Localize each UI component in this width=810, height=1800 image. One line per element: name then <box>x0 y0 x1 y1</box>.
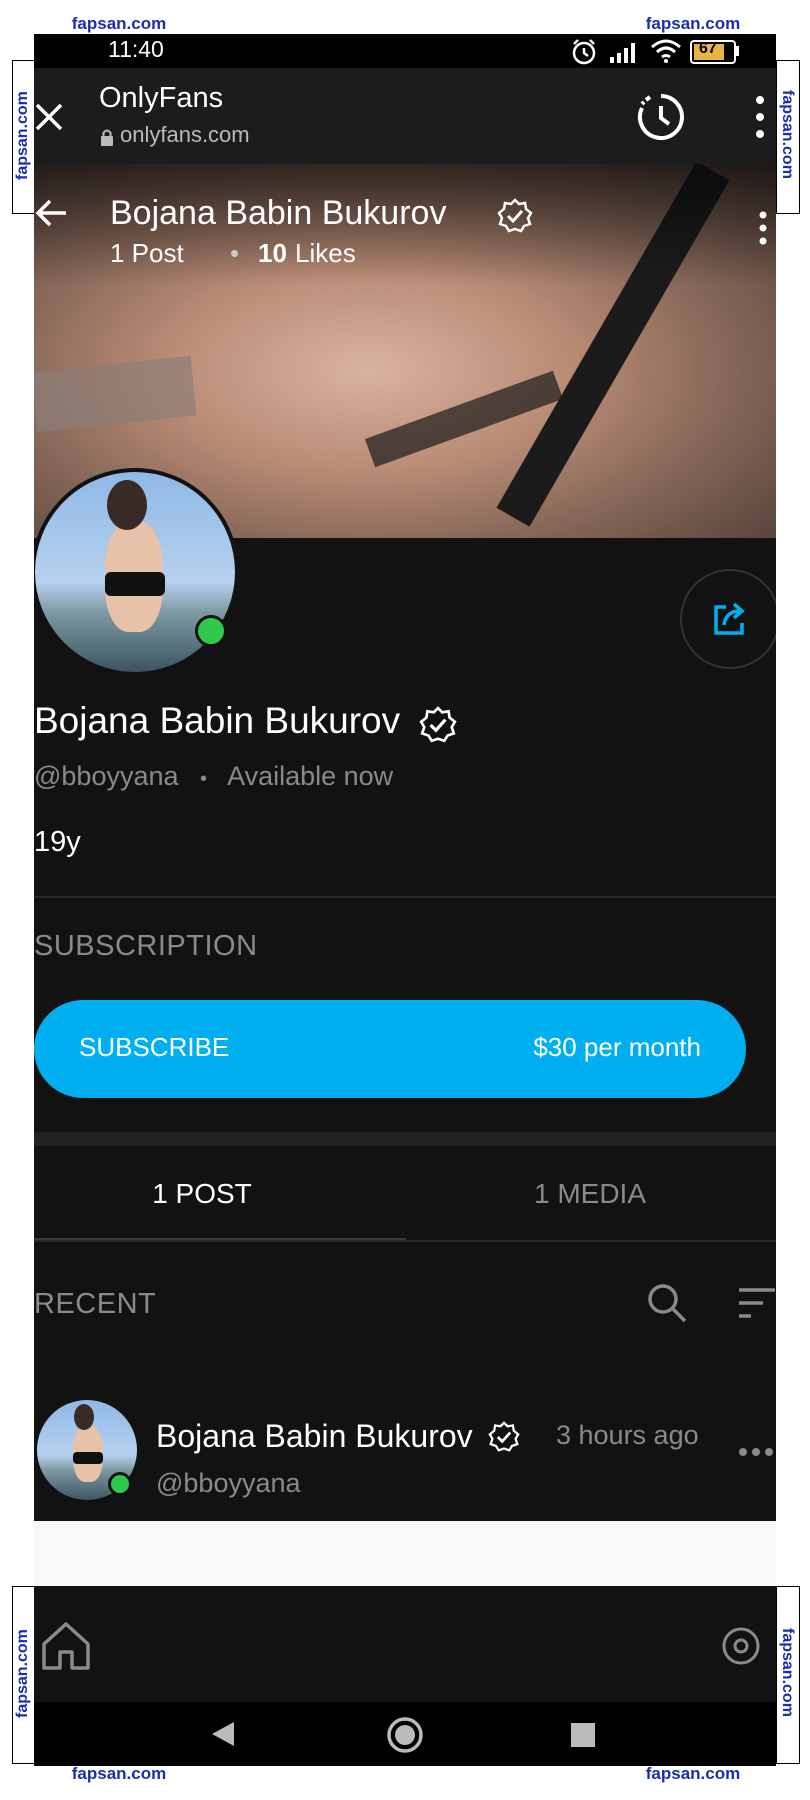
home-icon[interactable] <box>40 1620 92 1672</box>
post-online-indicator <box>108 1472 132 1496</box>
battery-level: 67 <box>699 40 717 57</box>
profile-menu-icon[interactable] <box>758 210 768 246</box>
watermark-vertical-right-bottom: fapsan.com <box>779 1628 796 1717</box>
wifi-icon <box>651 39 681 63</box>
post-content-area <box>34 1521 776 1586</box>
alarm-icon <box>572 39 596 65</box>
watermark-vertical-right-top: fapsan.com <box>779 90 796 179</box>
tab-posts-label: 1 POST <box>152 1178 252 1209</box>
online-indicator <box>195 615 227 647</box>
phone-screen: 11:40 67 OnlyFans onlyfans.com Bojana Ba… <box>34 34 776 1766</box>
nav-home-icon[interactable] <box>386 1716 424 1754</box>
subscribe-price: $30 per month <box>533 1032 701 1062</box>
nav-recents-icon[interactable] <box>570 1722 596 1748</box>
handle-dot-separator: • <box>200 768 208 790</box>
watermark-vertical-left-top: fapsan.com <box>14 91 31 180</box>
battery-tip <box>735 46 739 56</box>
browser-bar: OnlyFans onlyfans.com <box>34 68 776 164</box>
watermark-top-left: fapsan.com <box>24 14 214 36</box>
profile-availability: Available now <box>227 761 394 791</box>
post-author-name[interactable]: Bojana Babin Bukurov <box>156 1418 473 1455</box>
avatar-figure <box>74 1404 94 1430</box>
battery-icon: 67 <box>690 40 736 64</box>
header-dot-separator: • <box>230 238 240 268</box>
recent-label: RECENT <box>34 1288 157 1320</box>
watermark-bottom-left: fapsan.com <box>24 1764 214 1786</box>
verified-badge-icon <box>419 706 457 743</box>
subscribe-button-label: SUBSCRIBE <box>79 1032 230 1062</box>
status-bar: 11:40 67 <box>34 34 776 68</box>
header-likes-count: 10 <box>258 238 287 268</box>
header-likes-label: Likes <box>295 238 356 268</box>
divider <box>34 896 776 898</box>
post-author-handle[interactable]: @bboyyana <box>156 1468 301 1499</box>
avatar-figure <box>73 1452 103 1464</box>
sort-icon[interactable] <box>737 1286 776 1320</box>
watermark-bottom-right: fapsan.com <box>598 1764 788 1786</box>
back-arrow-icon[interactable] <box>34 198 68 228</box>
verified-badge-icon <box>497 198 533 233</box>
subscribe-button[interactable]: SUBSCRIBE $30 per month <box>34 1000 746 1098</box>
browser-menu-icon[interactable] <box>754 92 766 142</box>
browser-title: OnlyFans <box>99 82 224 114</box>
watermark-top-right: fapsan.com <box>598 14 788 36</box>
browser-url[interactable]: onlyfans.com <box>120 122 250 148</box>
profile-bio: 19y <box>34 826 81 858</box>
divider <box>34 1240 776 1242</box>
verified-badge-icon <box>488 1421 520 1452</box>
lock-icon <box>101 129 113 146</box>
profile-name: Bojana Babin Bukurov <box>34 700 401 741</box>
post-time: 3 hours ago <box>556 1420 699 1450</box>
tab-posts[interactable]: 1 POST <box>34 1146 404 1240</box>
section-separator <box>34 1132 776 1146</box>
cover-shape <box>34 355 197 433</box>
nav-back-icon[interactable] <box>210 1720 236 1748</box>
search-icon[interactable] <box>646 1282 688 1324</box>
share-button[interactable] <box>680 569 776 669</box>
post-menu-icon[interactable] <box>738 1446 774 1458</box>
profile-icon[interactable] <box>721 1626 761 1666</box>
header-posts: 1 Post <box>110 238 184 268</box>
close-icon[interactable] <box>34 102 64 132</box>
subscription-label: SUBSCRIPTION <box>34 930 258 962</box>
signal-icon <box>610 43 635 63</box>
watermark-vertical-left-bottom: fapsan.com <box>14 1629 31 1718</box>
tab-media[interactable]: 1 MEDIA <box>404 1146 776 1240</box>
system-nav-bar <box>34 1702 776 1766</box>
status-time: 11:40 <box>108 36 164 62</box>
share-icon <box>714 602 745 635</box>
tab-media-label: 1 MEDIA <box>533 1178 647 1209</box>
history-icon[interactable] <box>636 92 686 142</box>
avatar-figure <box>107 480 147 530</box>
bottom-nav <box>34 1586 776 1702</box>
header-name: Bojana Babin Bukurov <box>110 194 447 232</box>
profile-handle: @bboyyana <box>34 761 179 791</box>
profile-handle-line: @bboyyana • Available now <box>34 761 393 792</box>
avatar-figure <box>105 572 165 596</box>
